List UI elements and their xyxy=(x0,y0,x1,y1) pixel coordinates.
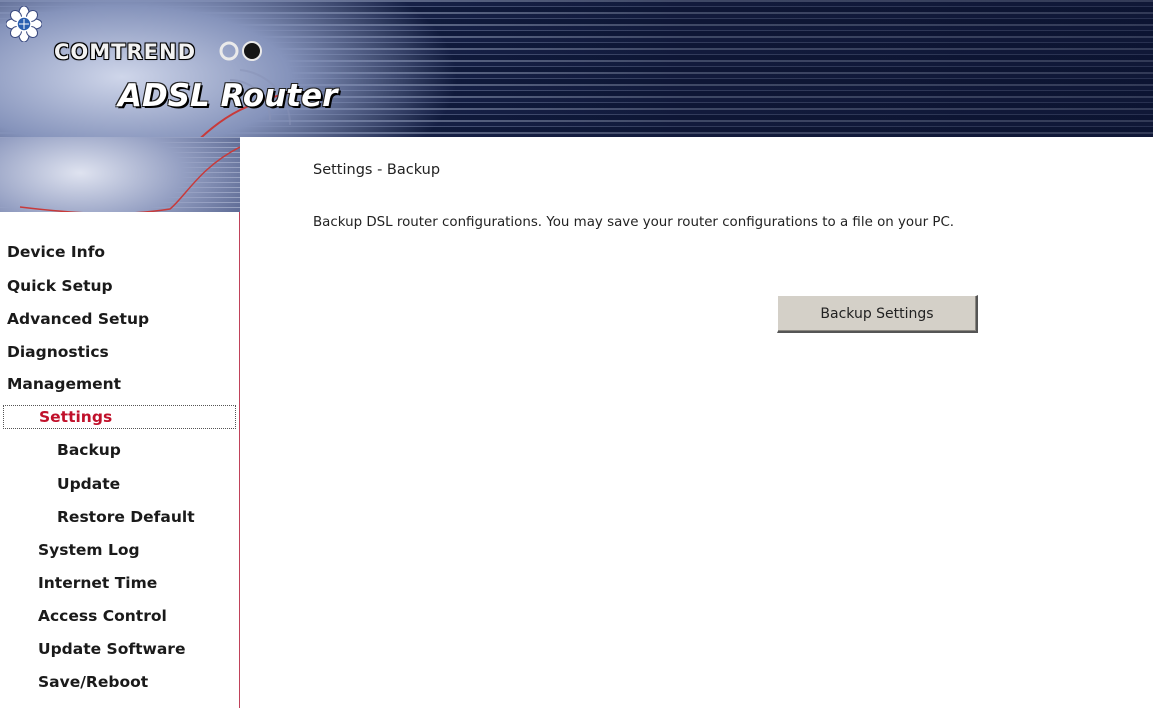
nav-update[interactable]: Update xyxy=(57,474,120,494)
product-name: ADSL Router xyxy=(118,78,338,114)
nav-internet-time[interactable]: Internet Time xyxy=(38,573,157,593)
nav-backup[interactable]: Backup xyxy=(57,440,121,460)
brand-name: COMTREND xyxy=(54,40,197,64)
nav-update-software[interactable]: Update Software xyxy=(38,639,185,659)
backup-settings-button[interactable]: Backup Settings xyxy=(777,295,978,333)
nav-restore-default[interactable]: Restore Default xyxy=(57,507,195,527)
nav-management[interactable]: Management xyxy=(7,374,121,394)
sidebar-header-art xyxy=(0,137,240,212)
nav-advanced-setup[interactable]: Advanced Setup xyxy=(7,309,149,329)
header-banner: COMTREND ADSL Router xyxy=(0,0,1153,137)
nav-save-reboot[interactable]: Save/Reboot xyxy=(38,672,148,692)
flower-logo-icon xyxy=(6,6,42,42)
nav-settings[interactable]: Settings xyxy=(3,405,236,429)
page-title: Settings - Backup xyxy=(313,162,441,178)
sidebar-swoosh xyxy=(19,146,240,212)
nav-system-log[interactable]: System Log xyxy=(38,540,140,560)
brand-dots-icon xyxy=(219,41,262,61)
nav-diagnostics[interactable]: Diagnostics xyxy=(7,342,109,362)
page-description: Backup DSL router configurations. You ma… xyxy=(313,215,955,230)
nav-device-info[interactable]: Device Info xyxy=(7,242,105,262)
nav-access-control[interactable]: Access Control xyxy=(38,606,167,626)
sidebar-nav: Device Info Quick Setup Advanced Setup D… xyxy=(0,212,240,708)
nav-quick-setup[interactable]: Quick Setup xyxy=(7,276,113,296)
